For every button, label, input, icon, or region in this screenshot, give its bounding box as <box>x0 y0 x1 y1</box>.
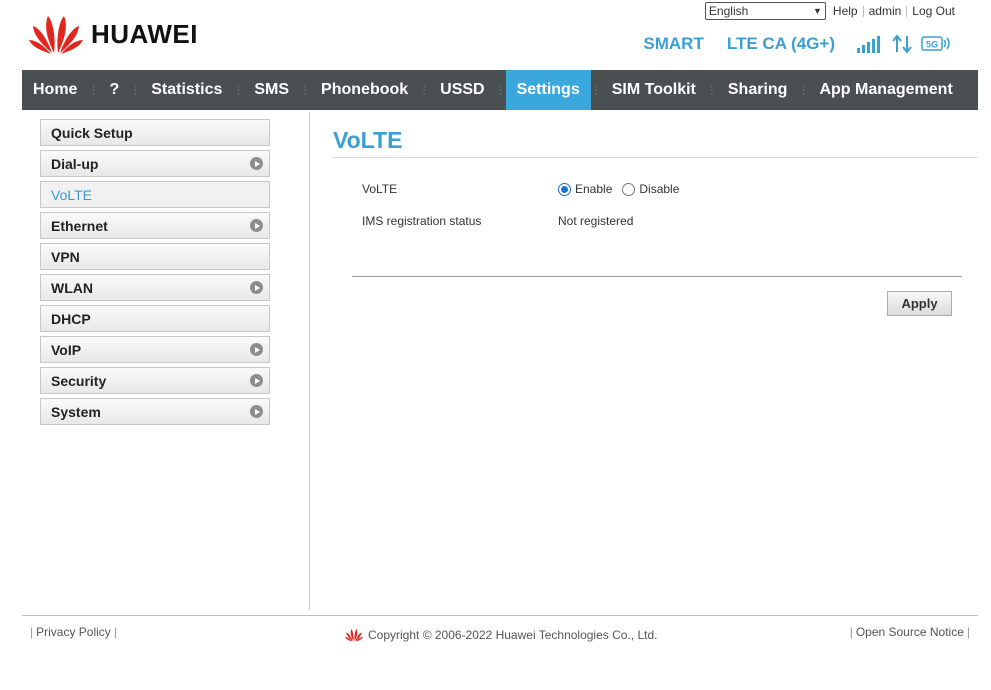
network-type: LTE CA (4G+) <box>726 34 835 53</box>
nav-phonebook[interactable]: Phonebook <box>310 70 419 110</box>
ims-status-value: Not registered <box>558 214 634 228</box>
sidebar-item-label: VPN <box>51 248 80 265</box>
sidebar-item-label: DHCP <box>51 310 91 327</box>
separator <box>862 5 864 17</box>
nav-separator: ⋮ <box>88 84 99 96</box>
footer-privacy: | Privacy Policy | <box>30 625 117 639</box>
huawei-petal-icon <box>29 16 83 54</box>
expand-arrow-icon <box>250 374 263 387</box>
nav-settings[interactable]: Settings <box>505 70 591 110</box>
sidebar-item-dhcp[interactable]: DHCP <box>40 305 270 332</box>
content-divider <box>309 112 310 610</box>
nav-separator: ⋮ <box>798 84 809 96</box>
signal-icon <box>857 35 883 53</box>
5g-wifi-icon: 5G <box>921 35 951 53</box>
page-title: VoLTE <box>333 127 403 153</box>
footer-copyright: Copyright © 2006-2022 Huawei Technologie… <box>345 628 657 642</box>
data-transfer-icon <box>891 34 913 54</box>
sidebar-item-dial-up[interactable]: Dial-up <box>40 150 270 177</box>
chevron-down-icon: ▼ <box>813 6 822 16</box>
5g-badge-text: 5G <box>926 40 938 50</box>
user-link[interactable]: admin <box>869 4 902 18</box>
expand-arrow-icon <box>250 219 263 232</box>
volte-label: VoLTE <box>362 182 398 196</box>
sidebar-item-ethernet[interactable]: Ethernet <box>40 212 270 239</box>
sidebar-item-label: WLAN <box>51 279 93 296</box>
language-select[interactable]: English ▼ <box>704 2 826 20</box>
privacy-policy-link[interactable]: Privacy Policy <box>36 625 111 639</box>
open-source-link[interactable]: Open Source Notice <box>856 625 964 639</box>
nav-separator: ⋮ <box>130 84 141 96</box>
sidebar-item-label: VoIP <box>51 341 82 358</box>
sidebar-item-wlan[interactable]: WLAN <box>40 274 270 301</box>
nav-sim-toolkit[interactable]: SIM Toolkit <box>601 70 707 110</box>
sidebar-item-label: Dial-up <box>51 155 99 172</box>
enable-label[interactable]: Enable <box>575 182 612 196</box>
ims-label: IMS registration status <box>362 214 482 228</box>
ims-row: IMS registration status Not registered <box>362 214 633 228</box>
sidebar-item-system[interactable]: System <box>40 398 270 425</box>
nav-help[interactable]: ? <box>98 70 130 110</box>
nav-sms[interactable]: SMS <box>243 70 300 110</box>
enable-radio[interactable] <box>558 182 571 196</box>
footer-divider <box>22 615 978 616</box>
sidebar-item-quick-setup[interactable]: Quick Setup <box>40 119 270 146</box>
sidebar-item-voip[interactable]: VoIP <box>40 336 270 363</box>
top-links: English ▼ Help admin Log Out <box>704 2 955 20</box>
form-divider <box>352 276 962 277</box>
language-value: English <box>708 4 749 18</box>
sidebar-item-label: Security <box>51 372 107 389</box>
sidebar-item-label: System <box>51 403 101 420</box>
sidebar-item-volte[interactable]: VoLTE <box>40 181 270 208</box>
disable-radio[interactable] <box>622 182 636 196</box>
help-link[interactable]: Help <box>833 4 858 18</box>
apply-button[interactable]: Apply <box>887 291 952 316</box>
sidebar-item-vpn[interactable]: VPN <box>40 243 270 270</box>
disable-label[interactable]: Disable <box>639 182 679 196</box>
operator-name: SMART <box>643 34 704 53</box>
nav-separator: ⋮ <box>706 84 717 96</box>
expand-arrow-icon <box>250 281 263 294</box>
nav-separator: ⋮ <box>233 84 244 96</box>
expand-arrow-icon <box>250 405 263 418</box>
logout-link[interactable]: Log Out <box>912 4 955 18</box>
sidebar-item-label: Ethernet <box>51 217 108 234</box>
expand-arrow-icon <box>250 343 263 356</box>
sidebar-item-label: VoLTE <box>51 186 92 203</box>
huawei-small-logo-icon <box>345 629 363 642</box>
nav-statistics[interactable]: Statistics <box>140 70 233 110</box>
nav-separator: ⋮ <box>419 84 430 96</box>
separator <box>906 5 908 17</box>
title-underline <box>333 157 978 158</box>
nav-sharing[interactable]: Sharing <box>717 70 799 110</box>
sidebar-item-label: Quick Setup <box>51 124 133 141</box>
nav-ussd[interactable]: USSD <box>429 70 495 110</box>
brand-name: HUAWEI <box>91 18 198 49</box>
nav-separator: ⋮ <box>495 84 506 96</box>
settings-sidebar: Quick Setup Dial-up VoLTE Ethernet VPN W… <box>40 119 270 429</box>
sidebar-item-security[interactable]: Security <box>40 367 270 394</box>
status-bar: SMART LTE CA (4G+) 5G <box>643 34 951 54</box>
nav-separator: ⋮ <box>300 84 311 96</box>
nav-separator: ⋮ <box>590 84 601 96</box>
expand-arrow-icon <box>250 157 263 170</box>
nav-home[interactable]: Home <box>22 70 88 110</box>
volte-row: VoLTE Enable Disable <box>362 182 689 196</box>
huawei-logo: HUAWEI <box>29 13 198 55</box>
nav-app-management[interactable]: App Management <box>808 70 963 110</box>
footer-open-source: | Open Source Notice | <box>849 625 970 639</box>
main-nav: Home ⋮ ? ⋮ Statistics ⋮ SMS ⋮ Phonebook … <box>22 70 978 110</box>
copyright-text: Copyright © 2006-2022 Huawei Technologie… <box>368 628 658 642</box>
